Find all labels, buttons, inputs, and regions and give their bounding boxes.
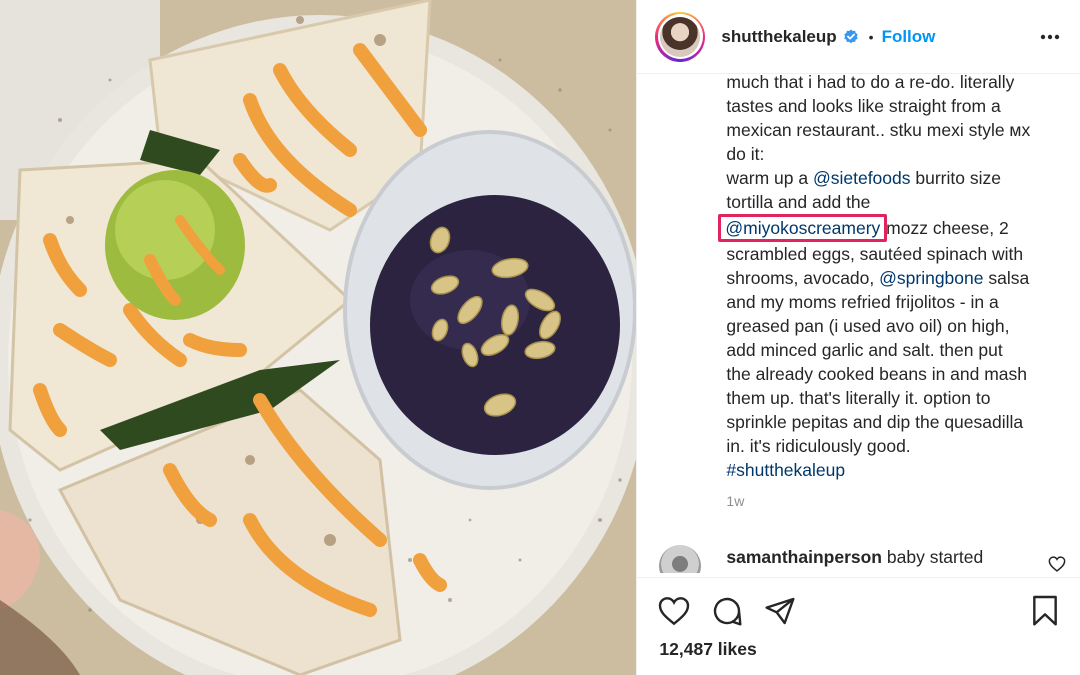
- username-link[interactable]: shutthekaleup: [721, 27, 836, 47]
- caption-text: mozz cheese, 2: [881, 218, 1009, 238]
- follow-button[interactable]: Follow: [882, 27, 936, 47]
- comment-body: baby started: [882, 547, 984, 567]
- more-options-icon[interactable]: [1038, 22, 1062, 52]
- share-direct-icon[interactable]: [763, 594, 797, 628]
- story-ring[interactable]: [655, 11, 706, 62]
- caption-line: the already cooked beans in and mash: [726, 364, 1028, 384]
- caption-line: greased pan (i used avo oil) on high,: [726, 316, 1010, 336]
- likes-count[interactable]: 12,487 likes: [659, 639, 756, 660]
- caption-line: much that i had to do a re-do. literally: [726, 72, 1015, 92]
- mention-link-miyokoscreamery[interactable]: @miyokoscreamery: [718, 214, 888, 242]
- comment-like-heart-icon[interactable]: [1048, 556, 1066, 572]
- caption-text: shrooms, avocado,: [726, 268, 880, 288]
- caption-line: shrooms, avocado, @springbone salsa: [726, 266, 1066, 290]
- caption-text: warm up a: [726, 168, 813, 188]
- caption-text: salsa: [983, 268, 1030, 288]
- caption-line: sprinkle pepitas and dip the quesadilla: [726, 412, 1024, 432]
- caption-line: do it:: [726, 144, 765, 164]
- comment-text: samanthainperson baby started: [726, 547, 983, 568]
- action-bar: 12,487 likes: [637, 577, 1080, 675]
- comment-username[interactable]: samanthainperson: [726, 547, 882, 567]
- verified-badge-icon: [843, 29, 858, 43]
- post-header: shutthekaleup • Follow: [637, 0, 1080, 74]
- mention-link-sietefoods[interactable]: @sietefoods: [813, 168, 911, 188]
- caption-line: add minced garlic and salt. then put: [726, 340, 1003, 360]
- comment-avatar[interactable]: [659, 545, 702, 573]
- caption-line: warm up a @sietefoods burrito size: [726, 166, 1066, 190]
- caption-line: tastes and looks like straight from a: [726, 96, 1001, 116]
- mention-link-springbone[interactable]: @springbone: [879, 268, 983, 288]
- post-timestamp[interactable]: 1w: [726, 493, 744, 509]
- caption-line: tortilla and add the: [726, 192, 871, 212]
- instagram-post: shutthekaleup • Follow much that i had t…: [0, 0, 1080, 675]
- caption-line: them up. that's literally it. option to: [726, 388, 991, 408]
- comment-item: samanthainperson baby started: [659, 543, 1079, 573]
- caption-line: @miyokoscreamery mozz cheese, 2: [718, 214, 1066, 242]
- save-bookmark-icon[interactable]: [1028, 594, 1062, 628]
- like-heart-icon[interactable]: [657, 594, 691, 628]
- avatar-frame: [657, 14, 703, 59]
- caption-line: scrambled eggs, sautéed spinach with: [726, 244, 1024, 264]
- comment-bubble-icon[interactable]: [710, 594, 744, 628]
- post-caption: much that i had to do a re-do. literally…: [718, 70, 1066, 482]
- caption-line: and my moms refried frijolitos - in a: [726, 292, 999, 312]
- avatar: [660, 16, 701, 57]
- hashtag-link[interactable]: #shutthekaleup: [726, 460, 845, 480]
- caption-text: burrito size: [910, 168, 1001, 188]
- quesadilla-photo: [0, 0, 637, 675]
- post-details-panel: shutthekaleup • Follow much that i had t…: [636, 0, 1080, 675]
- post-photo[interactable]: [0, 0, 637, 675]
- separator-dot: •: [868, 28, 874, 45]
- caption-line: in. it's ridiculously good.: [726, 436, 911, 456]
- caption-line: mexican restaurant.. stku mexi style мх: [726, 120, 1031, 140]
